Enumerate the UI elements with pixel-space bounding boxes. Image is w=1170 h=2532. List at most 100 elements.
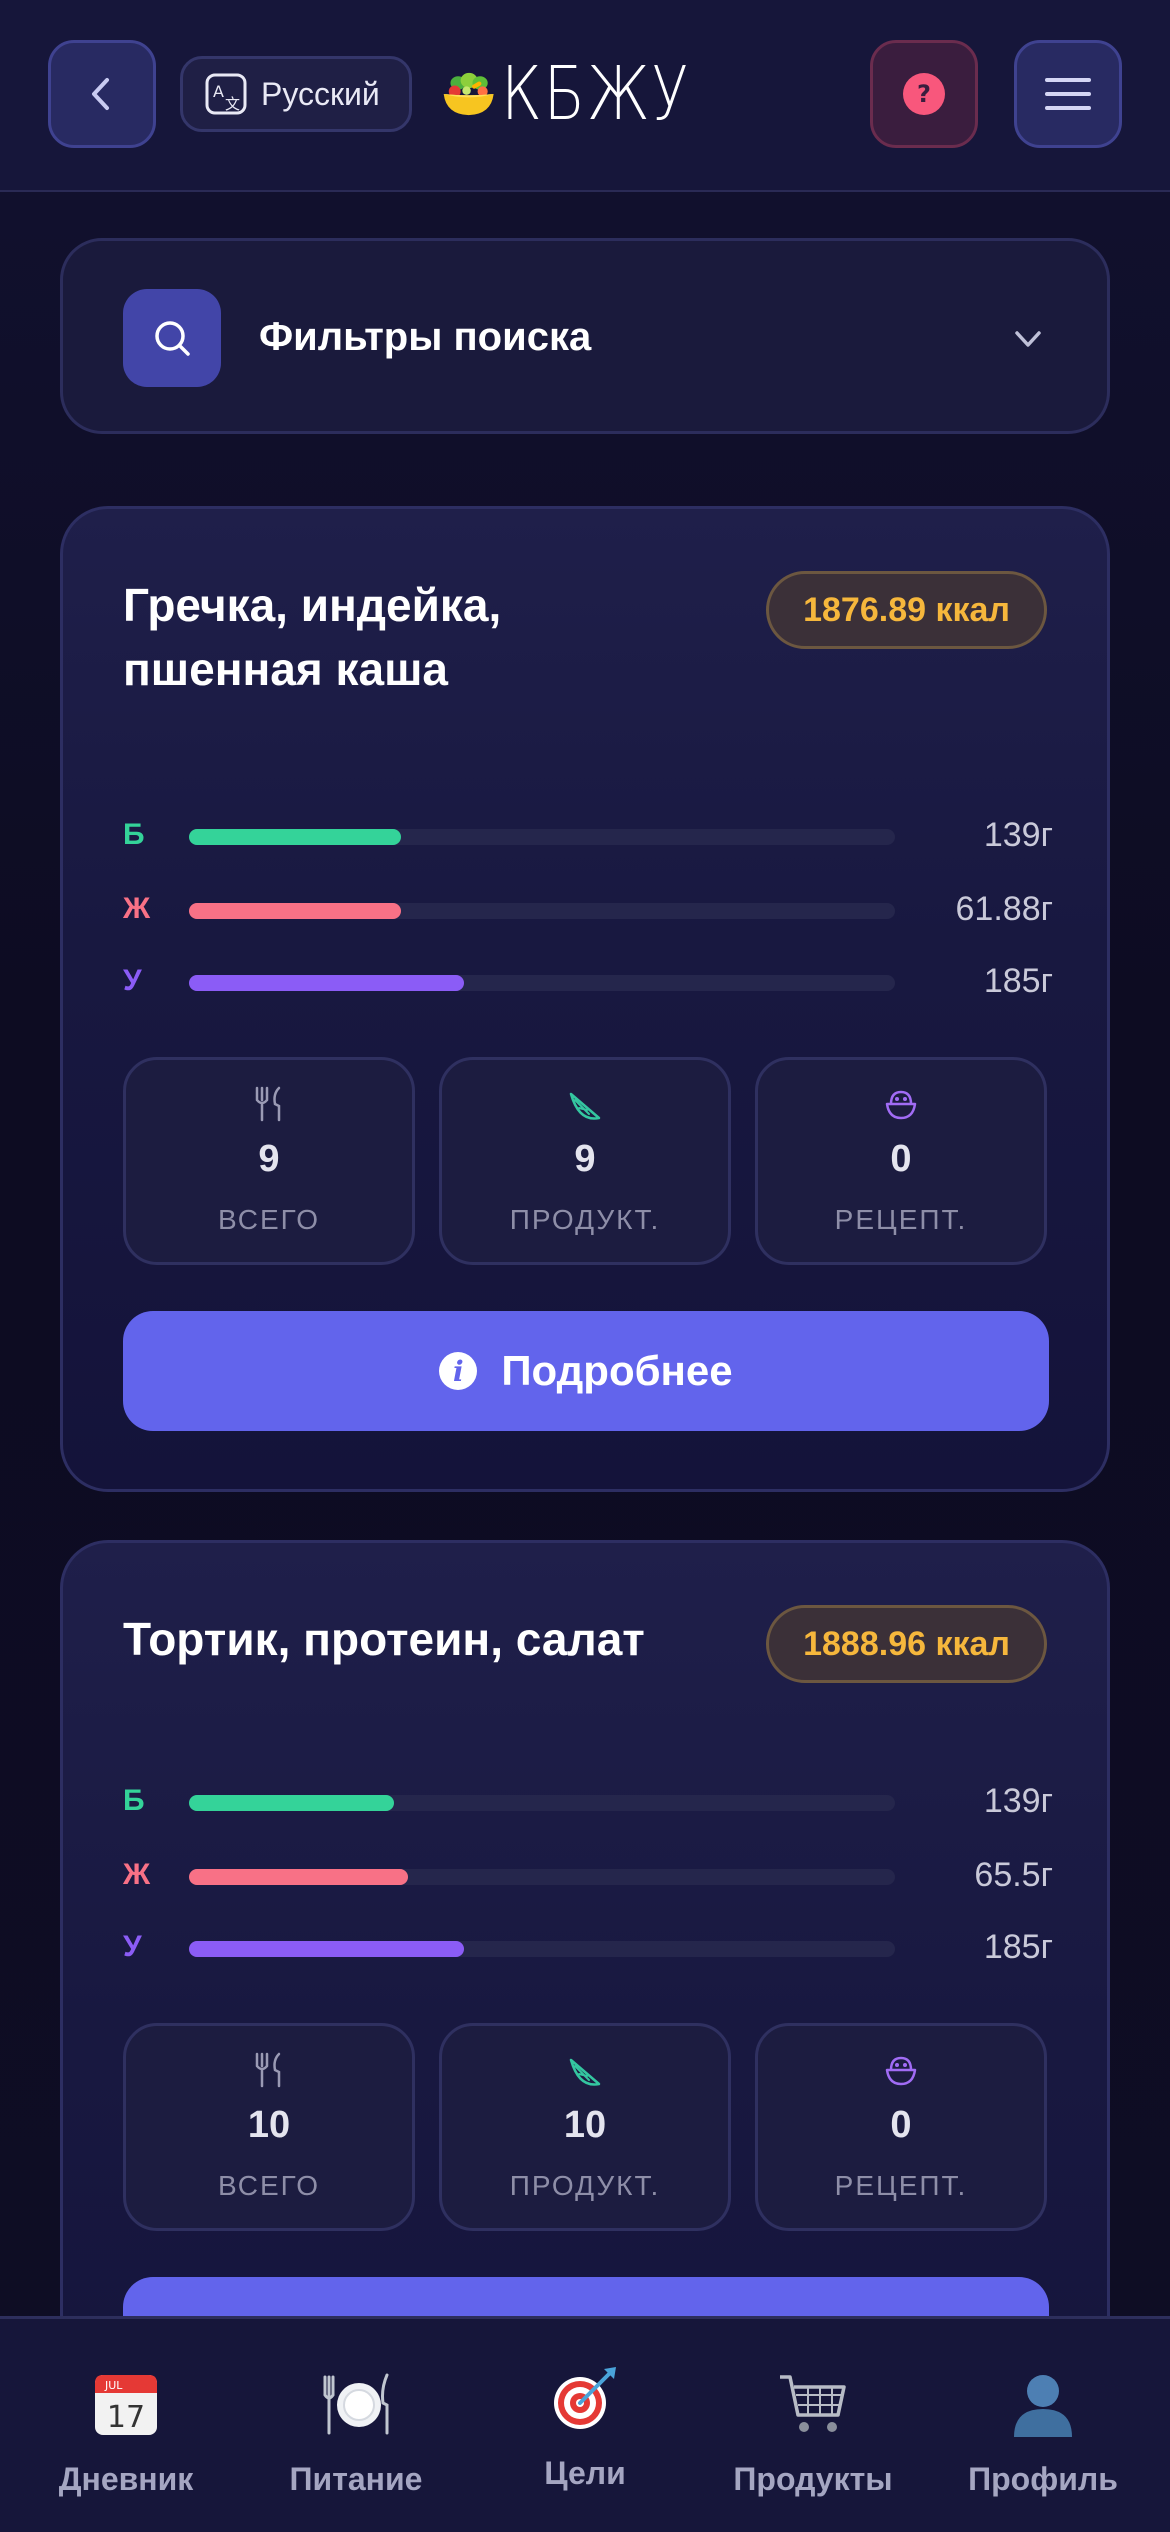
macro-row-protein: Б 139г [123,1781,1053,1821]
stat-total: 9 ВСЕГО [123,1057,415,1265]
chevron-down-icon [1015,331,1041,347]
macro-row-protein: Б 139г [123,815,1053,855]
info-icon: i [439,1352,478,1390]
meal-name: Тортик, протеин, салат [123,1613,645,1665]
bowl-icon [885,2056,917,2086]
macro-track [189,903,895,919]
svg-text:文: 文 [225,95,240,113]
macro-letter: Ж [123,1858,151,1891]
stat-value: 10 [563,2104,607,2146]
macro-row-carbs: У 185г [123,1927,1053,1967]
macro-fill [189,829,401,845]
macro-amount: 61.88г [955,890,1053,928]
logo-text: КБЖУ [501,51,691,137]
language-label: Русский [261,75,380,112]
stat-label: ПРОДУКТ. [509,2170,661,2201]
filters-title: Фильтры поиска [259,315,592,359]
stat-label: ПРОДУКТ. [509,1204,661,1235]
macro-row-fat: Ж 65.5г [123,1855,1053,1895]
svg-text:JUL: JUL [104,2379,123,2392]
nav-item-profile[interactable]: Профиль [926,2319,1160,2532]
details-button-label: Подробнее [501,1347,733,1394]
nav-label: Профиль [968,2461,1118,2497]
nav-item-nutrition[interactable]: Питание [239,2319,473,2532]
stat-total: 10 ВСЕГО [123,2023,415,2231]
search-filters-panel[interactable]: Фильтры поиска [60,238,1110,434]
nav-label: Дневник [58,2461,194,2497]
target-icon [554,2367,616,2429]
stat-value: 9 [574,1138,596,1180]
macro-letter: Б [123,1784,145,1817]
macro-fill [189,903,401,919]
stat-recipes: 0 РЕЦЕПТ. [755,1057,1047,1265]
bottom-navigation: JUL 17 Дневник Питание Цели Продукты Про… [0,2316,1170,2532]
macro-fill [189,1869,408,1885]
nav-item-goals[interactable]: Цели [468,2319,702,2532]
cart-icon [780,2375,846,2432]
lemon-slice-icon [569,1092,601,1120]
svg-text:A: A [213,82,224,101]
macro-amount: 65.5г [974,1856,1053,1894]
salad-bowl-icon [443,72,494,116]
stat-recipes: 0 РЕЦЕПТ. [755,2023,1047,2231]
stat-value: 0 [890,2104,912,2146]
app-header: A 文 Русский КБЖУ ? [0,0,1170,192]
question-icon: ? [903,73,945,115]
macro-track [189,1795,895,1811]
macro-track [189,829,895,845]
macro-track [189,975,895,991]
stat-value: 0 [890,1138,912,1180]
kcal-badge: 1888.96 ккал [766,1605,1047,1683]
menu-button[interactable] [1014,40,1122,148]
profile-icon [1014,2375,1072,2437]
bowl-icon [885,1090,917,1120]
macro-amount: 185г [983,962,1053,1000]
lemon-slice-icon [569,2058,601,2086]
chevron-left-icon [92,78,109,110]
macro-amount: 139г [983,816,1053,854]
svg-text:?: ? [917,80,931,108]
meal-name: Гречка, индейка, пшенная каша [123,579,502,695]
translate-icon: A 文 [205,73,247,115]
macro-row-fat: Ж 61.88г [123,889,1053,929]
nav-item-diary[interactable]: JUL 17 Дневник [9,2319,243,2532]
cutlery-icon [255,2052,281,2088]
svg-text:17: 17 [107,2400,145,2435]
stat-products: 9 ПРОДУКТ. [439,1057,731,1265]
stat-label: РЕЦЕПТ. [834,1204,968,1235]
stat-products: 10 ПРОДУКТ. [439,2023,731,2231]
kcal-badge: 1876.89 ккал [766,571,1047,649]
stat-value: 9 [258,1138,280,1180]
page: A 文 Русский КБЖУ ? Фильтры поиска Гречка… [0,0,1170,2532]
app-logo: КБЖУ [442,38,732,150]
macro-fill [189,975,465,991]
search-icon [155,321,190,356]
stat-label: ВСЕГО [217,2170,320,2201]
meal-card: Гречка, индейка, пшенная каша 1876.89 кк… [60,506,1110,1492]
macro-track [189,1941,895,1957]
macro-track [189,1869,895,1885]
macro-fill [189,1795,394,1811]
plate-icon [323,2373,389,2435]
macro-letter: У [123,964,142,997]
hamburger-icon [1045,78,1091,110]
macro-letter: У [123,1930,142,1963]
cutlery-icon [255,1086,281,1122]
macro-amount: 139г [983,1782,1053,1820]
search-icon-box [123,289,221,387]
stat-label: РЕЦЕПТ. [834,2170,968,2201]
nav-label: Питание [289,2461,423,2497]
stat-label: ВСЕГО [217,1204,320,1235]
macro-letter: Б [123,818,145,851]
nav-item-products[interactable]: Продукты [696,2319,930,2532]
macro-fill [189,1941,465,1957]
help-button[interactable]: ? [870,40,978,148]
macro-amount: 185г [983,1928,1053,1966]
details-button[interactable]: i Подробнее [123,1311,1049,1431]
macro-letter: Ж [123,892,151,925]
nav-label: Цели [544,2455,626,2491]
back-button[interactable] [48,40,156,148]
stat-value: 10 [247,2104,291,2146]
nav-label: Продукты [733,2461,893,2497]
language-selector[interactable]: A 文 Русский [180,56,412,132]
